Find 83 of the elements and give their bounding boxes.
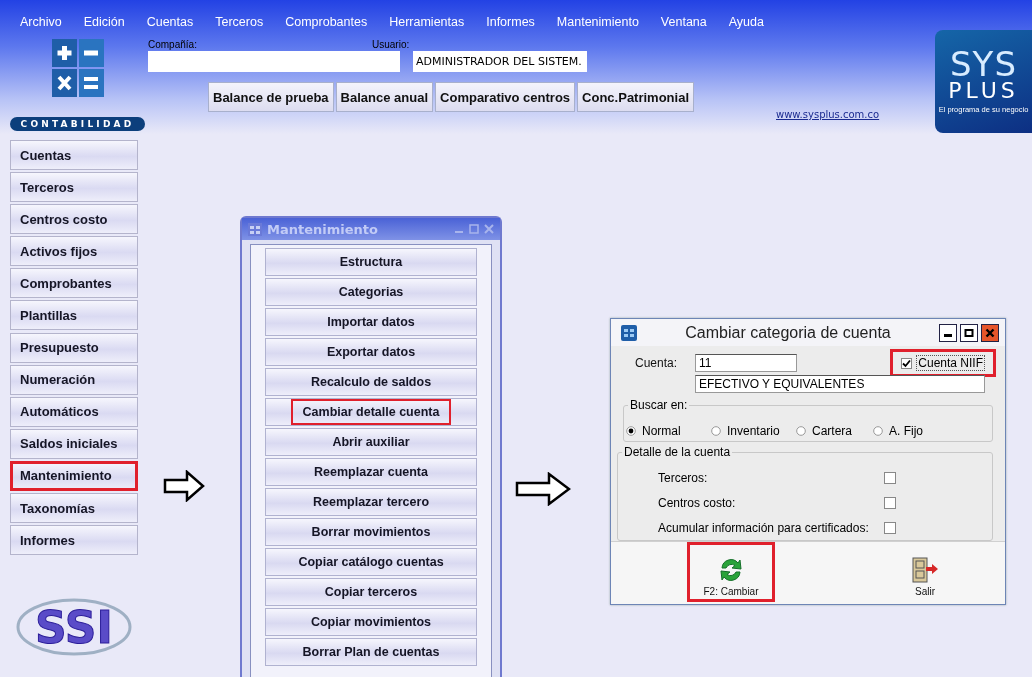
toolbar-button[interactable]: F2: Cambiar xyxy=(687,542,775,603)
sidebar-item[interactable]: Comprobantes xyxy=(10,268,138,299)
menu-item[interactable]: Mantenimiento xyxy=(556,15,639,30)
menu-item[interactable]: Ventana xyxy=(660,15,707,30)
sidebar-item[interactable]: Mantenimiento xyxy=(10,460,138,491)
description-field[interactable]: EFECTIVO Y EQUIVALENTES xyxy=(695,375,985,394)
sidebar-item[interactable]: Presupuesto xyxy=(10,332,138,363)
menu-button[interactable]: Copiar catálogo cuentas xyxy=(265,548,477,576)
radio-option[interactable]: Normal xyxy=(626,424,711,439)
menu-item[interactable]: Ayuda xyxy=(728,15,764,30)
sidebar-item[interactable]: Plantillas xyxy=(10,300,138,331)
menu-button[interactable]: Copiar movimientos xyxy=(265,608,477,636)
checkbox[interactable] xyxy=(884,496,896,509)
menu-item[interactable]: Archivo xyxy=(20,15,62,30)
close-icon[interactable] xyxy=(484,224,494,234)
menu-button[interactable]: Borrar Plan de cuentas xyxy=(265,638,477,666)
menu-item[interactable]: Herramientas xyxy=(389,15,465,30)
account-label: Cuenta: xyxy=(635,356,679,371)
report-button[interactable]: Balance de prueba xyxy=(208,82,334,112)
dialog-title: Cambiar categoria de cuenta xyxy=(684,323,892,342)
close-icon xyxy=(985,327,995,338)
sidebar-item[interactable]: Saldos iniciales xyxy=(10,428,138,459)
report-button[interactable]: Comparativo centros xyxy=(435,82,576,112)
menu-button[interactable]: Estructura xyxy=(265,248,477,276)
menu-button[interactable]: Cambiar detalle cuenta xyxy=(265,398,477,426)
menu-button[interactable]: Abrir auxiliar xyxy=(265,428,477,456)
window-title: Mantenimiento xyxy=(267,221,379,237)
option-label: Terceros: xyxy=(658,470,709,485)
user-field[interactable]: ADMINISTRADOR DEL SISTEM. xyxy=(413,51,587,72)
right-arrow-icon xyxy=(163,470,205,502)
logo-title: SYS xyxy=(950,48,1017,80)
sidebar-item[interactable]: Taxonomías xyxy=(10,493,138,524)
section-title: CONTABILIDAD xyxy=(10,117,145,131)
app-icon xyxy=(621,324,637,341)
radio-option[interactable]: Inventario xyxy=(711,424,796,439)
toolbar-button[interactable]: Salir xyxy=(881,542,969,603)
menu-item[interactable]: Terceros xyxy=(215,15,264,30)
logo-subtitle: PLUS xyxy=(948,80,1019,102)
radio-option[interactable]: Cartera xyxy=(796,424,873,439)
close-button[interactable] xyxy=(981,323,999,342)
minimize-button[interactable] xyxy=(939,323,957,342)
menu-button[interactable]: Reemplazar cuenta xyxy=(265,458,477,486)
user-label: Usuario: xyxy=(372,39,410,51)
company-field[interactable] xyxy=(148,51,400,72)
sidebar-item[interactable]: Numeración xyxy=(10,364,138,395)
sidebar-item[interactable]: Automáticos xyxy=(10,396,138,427)
right-arrow-icon xyxy=(515,472,571,506)
minimize-icon xyxy=(944,333,952,337)
report-button[interactable]: Conc.Patrimonial xyxy=(577,82,694,112)
menu-item[interactable]: Cuentas xyxy=(146,15,194,30)
account-field[interactable]: 11 xyxy=(695,354,797,373)
sidebar-item[interactable]: Cuentas xyxy=(10,140,138,170)
maximize-icon xyxy=(964,327,974,338)
radio-option[interactable]: A. Fijo xyxy=(873,424,958,439)
website-link[interactable]: www.sysplus.com.co xyxy=(776,109,880,120)
refresh-icon xyxy=(718,557,744,584)
door-exit-icon xyxy=(911,557,939,584)
app-icon xyxy=(248,222,262,236)
menu-button[interactable]: Recalculo de saldos xyxy=(265,368,477,396)
maximize-button[interactable] xyxy=(960,323,978,342)
sidebar-item[interactable]: Activos fijos xyxy=(10,236,138,267)
menu-button[interactable]: Exportar datos xyxy=(265,338,477,366)
maximize-icon[interactable] xyxy=(469,224,479,234)
menu-item[interactable]: Comprobantes xyxy=(285,15,368,30)
menu-button[interactable]: Importar datos xyxy=(265,308,477,336)
menu-button[interactable]: Copiar terceros xyxy=(265,578,477,606)
sidebar-item[interactable]: Centros costo xyxy=(10,204,138,235)
ssi-logo: SSI xyxy=(16,598,132,656)
menu-button[interactable]: Categorias xyxy=(265,278,477,306)
checkmark-icon xyxy=(902,358,912,368)
calculator-logo xyxy=(52,39,104,97)
menu-item[interactable]: Informes xyxy=(486,15,535,30)
menu-item[interactable]: Edición xyxy=(83,15,125,30)
checkbox[interactable] xyxy=(884,521,896,534)
report-button[interactable]: Balance anual xyxy=(335,82,434,112)
checkbox[interactable] xyxy=(884,471,896,484)
company-label: Compañía: xyxy=(148,39,198,51)
menu-button[interactable]: Reemplazar tercero xyxy=(265,488,477,516)
menu-button[interactable]: Borrar movimientos xyxy=(265,518,477,546)
sidebar-item[interactable]: Informes xyxy=(10,525,138,556)
option-label: Acumular información para certificados: xyxy=(658,520,870,535)
sidebar-item[interactable]: Terceros xyxy=(10,172,138,203)
option-label: Centros costo: xyxy=(658,495,737,510)
